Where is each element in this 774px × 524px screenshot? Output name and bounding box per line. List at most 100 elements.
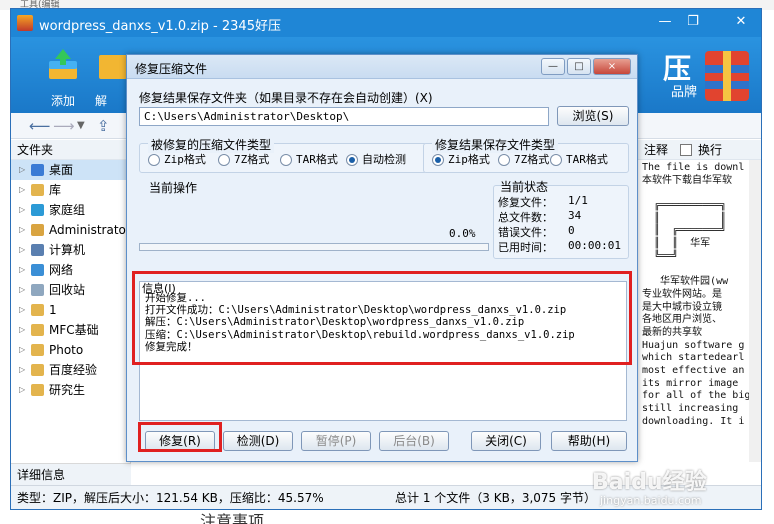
comment-preview-line: ║ ║ (642, 212, 727, 224)
add-button-label: 添加 (50, 94, 75, 108)
radio-circle-icon[interactable] (218, 154, 230, 166)
close-button[interactable]: 关闭(C) (471, 431, 541, 451)
folder-tree-item[interactable]: ▷ MFC基础 (11, 320, 130, 340)
state-row: 错误文件： 0 (498, 224, 624, 239)
folder-icon (31, 244, 44, 256)
comment-preview-line: ║ ║ 华军 (642, 238, 711, 250)
add-archive-icon (49, 49, 77, 79)
expand-arrow-icon[interactable]: ▷ (19, 360, 25, 380)
comment-preview-line: downloading. It i (642, 415, 745, 427)
radio-label: TAR格式 (566, 153, 608, 166)
state-label: 已用时间： (498, 241, 553, 254)
expand-arrow-icon[interactable]: ▷ (19, 180, 25, 200)
comment-preview-line (642, 187, 746, 200)
comment-panel-header: 注释 换行 (638, 140, 761, 160)
state-value: 00:00:01 (568, 239, 621, 252)
type-radio-option[interactable]: Zip格式 (148, 152, 206, 168)
folder-tree-item[interactable]: ▷ 网络 (11, 260, 130, 280)
folder-icon (31, 344, 44, 356)
window-titlebar: wordpress_danxs_v1.0.zip - 2345好压 — ❐ ✕ (11, 9, 761, 37)
folder-tree-item[interactable]: ▷ 计算机 (11, 240, 130, 260)
background-button[interactable]: 后台(B) (379, 431, 449, 451)
expand-arrow-icon[interactable]: ▷ (19, 300, 25, 320)
expand-arrow-icon[interactable]: ▷ (19, 280, 25, 300)
radio-circle-icon[interactable] (346, 154, 358, 166)
help-button[interactable]: 帮助(H) (551, 431, 627, 451)
expand-arrow-icon[interactable]: ▷ (19, 340, 25, 360)
folder-tree-item[interactable]: ▷ 库 (11, 180, 130, 200)
radio-label: 7Z格式 (234, 153, 270, 166)
window-maximize-button[interactable]: ❐ (683, 13, 703, 31)
folder-tree-item[interactable]: ▷ 家庭组 (11, 200, 130, 220)
add-button[interactable]: 添加 (33, 43, 93, 109)
expand-arrow-icon[interactable]: ▷ (19, 160, 25, 180)
folder-tree-label: MFC基础 (49, 323, 99, 337)
folder-tree-label: 桌面 (49, 163, 74, 177)
wrap-checkbox[interactable] (680, 144, 692, 156)
dialog-close-button[interactable]: × (593, 58, 631, 75)
info-highlight-frame (132, 271, 632, 365)
comment-preview-line: most effective an (642, 365, 745, 376)
radio-label: 自动检测 (362, 153, 406, 166)
state-label: 总文件数： (498, 211, 553, 224)
expand-arrow-icon[interactable]: ▷ (19, 240, 25, 260)
comment-preview-line (642, 264, 746, 277)
folder-tree-item[interactable]: ▷ 桌面 (11, 160, 130, 180)
progress-percent: 0.0% (449, 227, 476, 240)
forward-arrow-icon[interactable]: ⟶ (53, 117, 75, 135)
type-radio-option[interactable]: TAR格式 (280, 152, 338, 168)
folder-tree-item[interactable]: ▷ 1 (11, 300, 130, 320)
dialog-maximize-button[interactable]: □ (567, 58, 591, 75)
folder-tree-label: 1 (49, 303, 57, 317)
details-panel-header[interactable]: 详细信息 (11, 463, 131, 485)
radio-circle-icon[interactable] (148, 154, 160, 166)
up-folder-icon[interactable]: ⇪ (97, 117, 110, 135)
folder-icon (31, 204, 44, 216)
type-radio-option[interactable]: 自动检测 (346, 152, 406, 168)
folder-tree-item[interactable]: ▷ 百度经验 (11, 360, 130, 380)
folder-icon (31, 184, 44, 196)
comment-scrollbar[interactable] (749, 160, 761, 462)
comment-preview-line: 最新的共享软 (642, 326, 702, 338)
radio-circle-icon[interactable] (550, 154, 562, 166)
expand-arrow-icon[interactable]: ▷ (19, 320, 25, 340)
status-right-text: 总计 1 个文件（3 KB，3,075 字节） (395, 491, 596, 505)
expand-arrow-icon[interactable]: ▷ (19, 200, 25, 220)
radio-circle-icon[interactable] (498, 154, 510, 166)
state-value: 0 (568, 224, 575, 237)
browse-button[interactable]: 浏览(S) (557, 106, 629, 126)
folder-tree-item[interactable]: ▷ 研究生 (11, 380, 130, 400)
dialog-minimize-button[interactable]: — (541, 58, 565, 75)
folder-tree-item[interactable]: ▷ Administrator (11, 220, 130, 240)
type-radio-option[interactable]: Zip格式 (432, 152, 490, 168)
window-close-button[interactable]: ✕ (731, 13, 751, 31)
expand-arrow-icon[interactable]: ▷ (19, 260, 25, 280)
back-arrow-icon[interactable]: ⟵ (29, 117, 51, 135)
status-left-text: 类型：ZIP，解压后大小：121.54 KB，压缩比：45.57% (17, 491, 324, 505)
expand-arrow-icon[interactable]: ▷ (19, 220, 25, 240)
type-radio-option[interactable]: 7Z格式 (498, 152, 549, 168)
folder-tree-item[interactable]: ▷ Photo (11, 340, 130, 360)
folder-icon (31, 384, 44, 396)
window-minimize-button[interactable]: — (655, 13, 675, 31)
type-radio-option[interactable]: TAR格式 (550, 152, 608, 168)
comment-preview-line: ║ ╔═══════╝ (642, 225, 727, 237)
pause-button[interactable]: 暂停(P) (301, 431, 371, 451)
background-heading: 注意事项 (200, 512, 265, 524)
save-folder-input[interactable]: C:\Users\Administrator\Desktop\ (139, 107, 549, 126)
radio-circle-icon[interactable] (280, 154, 292, 166)
folder-tree-label: Administrator (49, 223, 130, 237)
radio-circle-icon[interactable] (432, 154, 444, 166)
baidu-watermark: Baidu经验 (592, 470, 707, 495)
folder-icon (31, 164, 44, 176)
folder-tree-item[interactable]: ▷ 回收站 (11, 280, 130, 300)
folder-icon (31, 264, 44, 276)
history-dropdown-icon[interactable]: ▼ (77, 120, 85, 131)
window-title: wordpress_danxs_v1.0.zip - 2345好压 (39, 19, 281, 34)
check-button[interactable]: 检测(D) (223, 431, 293, 451)
state-value: 1/1 (568, 194, 588, 207)
type-radio-option[interactable]: 7Z格式 (218, 152, 269, 168)
comment-preview-line: 是大中城市设立镜 (642, 301, 722, 313)
expand-arrow-icon[interactable]: ▷ (19, 380, 25, 400)
comment-preview-line: for all of the big c (642, 390, 761, 402)
